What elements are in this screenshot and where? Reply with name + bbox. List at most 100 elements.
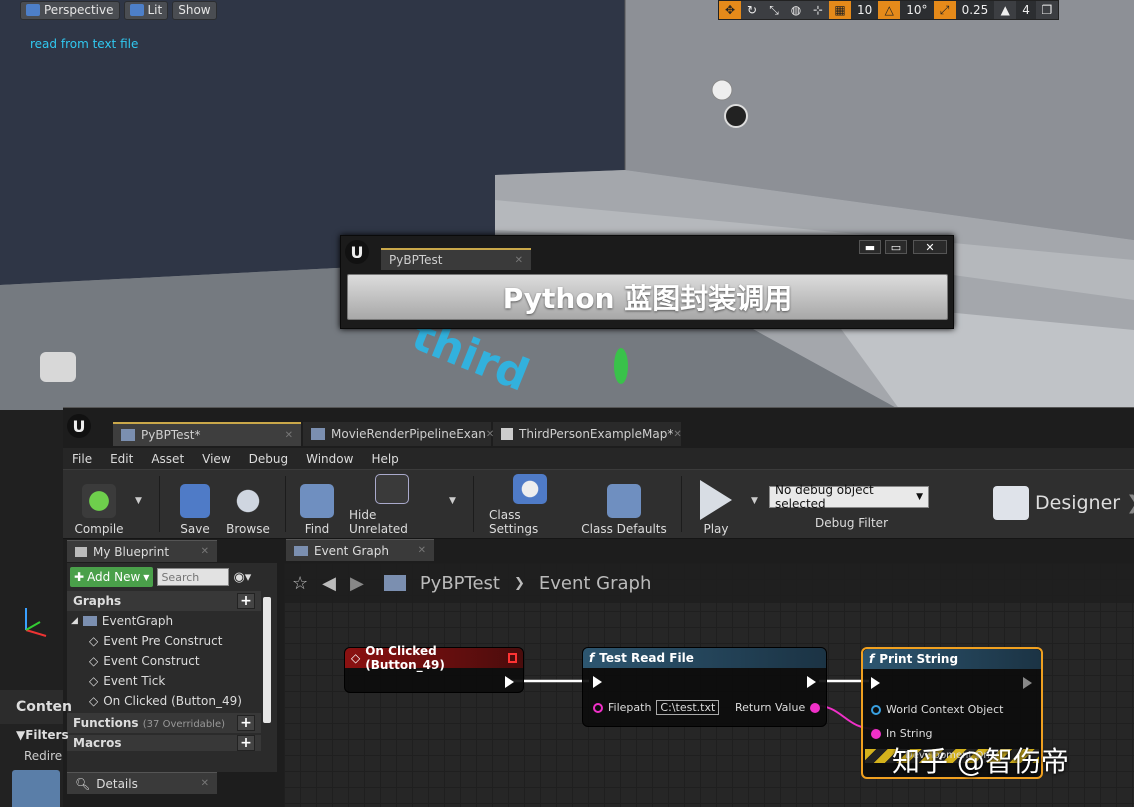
pin-label: In String	[886, 727, 933, 740]
designer-icon	[993, 486, 1029, 520]
tree-item-event-tick[interactable]: ◇ Event Tick	[67, 671, 261, 691]
play-dropdown-icon[interactable]: ▼	[751, 496, 758, 506]
camera-speed-value[interactable]: 4	[1016, 1, 1036, 19]
node-on-clicked[interactable]: ◇ On Clicked (Button_49)	[344, 644, 524, 693]
rotation-snap-value[interactable]: 10°	[900, 1, 934, 19]
compile-dropdown-icon[interactable]: ▼	[135, 496, 142, 506]
show-button[interactable]: Show	[172, 0, 217, 20]
add-graph-button[interactable]: +	[237, 593, 255, 609]
scale-snap-icon[interactable]: ⤢	[933, 1, 956, 19]
lit-button[interactable]: Lit	[123, 0, 169, 20]
tab-close-icon[interactable]: ✕	[201, 778, 209, 789]
tab-event-graph[interactable]: Event Graph ✕	[286, 539, 434, 561]
tab-pybptest-window[interactable]: PyBPTest ✕	[381, 248, 531, 270]
event-diamond-icon: ◇	[89, 674, 99, 688]
compile-button[interactable]: Compile	[73, 474, 125, 536]
search-input[interactable]	[157, 568, 230, 586]
tree-item-eventgraph[interactable]: ◢ EventGraph	[67, 611, 261, 631]
class-settings-button[interactable]: Class Settings	[489, 474, 571, 536]
save-button[interactable]: Save	[173, 474, 217, 536]
python-call-button[interactable]: Python 蓝图封装调用	[347, 274, 948, 320]
browse-button[interactable]: Browse	[223, 474, 273, 536]
content-browser-title[interactable]: Conten	[0, 690, 72, 724]
designer-button[interactable]: Designer❯	[993, 486, 1134, 520]
tab-close-icon[interactable]: ✕	[673, 429, 681, 440]
world-icon[interactable]: ◍	[785, 1, 807, 19]
tree-item-event-pre-construct[interactable]: ◇ Event Pre Construct	[67, 631, 261, 651]
tab-close-icon[interactable]: ✕	[285, 430, 293, 441]
menu-view[interactable]: View	[193, 452, 239, 466]
camera-speed-icon[interactable]: ▲	[994, 1, 1016, 19]
rotation-snap-icon[interactable]: △	[878, 1, 901, 19]
tab-label: Details	[96, 776, 138, 791]
menu-file[interactable]: File	[63, 452, 101, 466]
toolbar-separator	[285, 476, 286, 532]
grid-snap-value[interactable]: 10	[851, 1, 879, 19]
tab-close-icon[interactable]: ✕	[418, 545, 426, 556]
node-test-read-file[interactable]: f Test Read File Filepath C:\test.txt Retu…	[582, 647, 827, 727]
exec-out-pin-icon[interactable]	[1023, 677, 1032, 689]
menu-debug[interactable]: Debug	[240, 452, 297, 466]
tab-my-blueprint[interactable]: My Blueprint ✕	[67, 540, 217, 562]
maximize-button[interactable]: ▭	[885, 240, 907, 254]
rotate-icon[interactable]: ↻	[741, 1, 763, 19]
hide-unrelated-dropdown-icon[interactable]: ▼	[449, 496, 456, 506]
exec-out-pin-icon[interactable]	[807, 676, 816, 688]
world-context-pin[interactable]: World Context Object	[871, 703, 1003, 716]
filters-button[interactable]: ▼ Filters	[0, 724, 69, 746]
string-pin-icon	[593, 702, 603, 713]
delegate-pin-icon[interactable]	[507, 653, 517, 663]
menu-edit[interactable]: Edit	[101, 452, 142, 466]
tab-close-icon[interactable]: ✕	[515, 255, 523, 266]
surface-snap-icon[interactable]: ⊹	[807, 1, 829, 19]
tree-item-on-clicked[interactable]: ◇ On Clicked (Button_49)	[67, 691, 261, 711]
in-string-pin[interactable]: In String	[871, 727, 933, 740]
functions-section[interactable]: Functions (37 Overridable) +	[67, 713, 261, 733]
py-bp-test-window: U PyBPTest ✕ ▬ ▭ ✕ Python 蓝图封装调用	[340, 235, 954, 329]
filepath-pin[interactable]: Filepath C:\test.txt	[593, 700, 720, 715]
exec-out-pin-icon[interactable]	[505, 676, 514, 688]
perspective-button[interactable]: Perspective	[20, 0, 120, 20]
tab-third-person-map[interactable]: ThirdPersonExampleMap* ✕	[493, 422, 682, 446]
maximize-viewport-icon[interactable]: ❐	[1036, 1, 1058, 19]
menu-help[interactable]: Help	[362, 452, 407, 466]
tab-close-icon[interactable]: ✕	[201, 546, 209, 557]
debug-object-select[interactable]: No debug object selected ▼	[769, 483, 929, 511]
unreal-logo-icon: U	[345, 240, 369, 264]
toolbar: Compile ▼ Save Browse Find Hide Unrelate…	[63, 469, 1134, 539]
add-function-button[interactable]: +	[237, 715, 255, 731]
graph-tab-strip: Event Graph ✕	[284, 539, 1134, 563]
filepath-value-field[interactable]: C:\test.txt	[656, 700, 720, 715]
return-value-pin[interactable]: Return Value	[735, 701, 821, 714]
play-button[interactable]: Play	[693, 474, 739, 536]
exec-in-pin-icon[interactable]	[593, 676, 602, 688]
tab-movie-render[interactable]: MovieRenderPipelineExan ✕	[303, 422, 494, 446]
chevron-down-icon: ▼	[143, 572, 150, 582]
translate-icon[interactable]: ✥	[719, 1, 741, 19]
tab-pybptest[interactable]: PyBPTest* ✕	[113, 422, 301, 446]
level-viewport[interactable]: third Perspective Lit Show ✥ ↻ ⤡ ◍ ⊹ ▦ 1…	[0, 0, 1134, 410]
menu-window[interactable]: Window	[297, 452, 362, 466]
macros-section[interactable]: Macros +	[67, 735, 261, 751]
view-options-eye-icon[interactable]: ◉▾	[233, 570, 251, 585]
tree-item-event-construct[interactable]: ◇ Event Construct	[67, 651, 261, 671]
add-macro-button[interactable]: +	[237, 735, 255, 751]
tab-details[interactable]: 🔍︎ Details ✕	[67, 772, 217, 794]
asset-thumbnail[interactable]	[12, 770, 60, 807]
scale-snap-value[interactable]: 0.25	[955, 1, 995, 19]
exec-in-pin-icon[interactable]	[871, 677, 880, 689]
minimize-button[interactable]: ▬	[859, 240, 881, 254]
class-defaults-button[interactable]: Class Defaults	[581, 474, 667, 536]
add-new-button[interactable]: ✚ Add New ▼	[70, 567, 154, 587]
hide-unrelated-icon	[375, 474, 409, 504]
browse-label: Browse	[226, 522, 270, 536]
redirect-item[interactable]: Redire	[0, 746, 63, 766]
grid-snap-icon[interactable]: ▦	[829, 1, 851, 19]
panel-scrollbar[interactable]	[263, 597, 271, 723]
close-button[interactable]: ✕	[913, 240, 947, 254]
graphs-section[interactable]: Graphs +	[67, 591, 261, 611]
menu-asset[interactable]: Asset	[142, 452, 193, 466]
find-button[interactable]: Find	[295, 474, 339, 536]
scale-icon[interactable]: ⤡	[763, 1, 785, 19]
hide-unrelated-button[interactable]: Hide Unrelated	[349, 474, 435, 536]
